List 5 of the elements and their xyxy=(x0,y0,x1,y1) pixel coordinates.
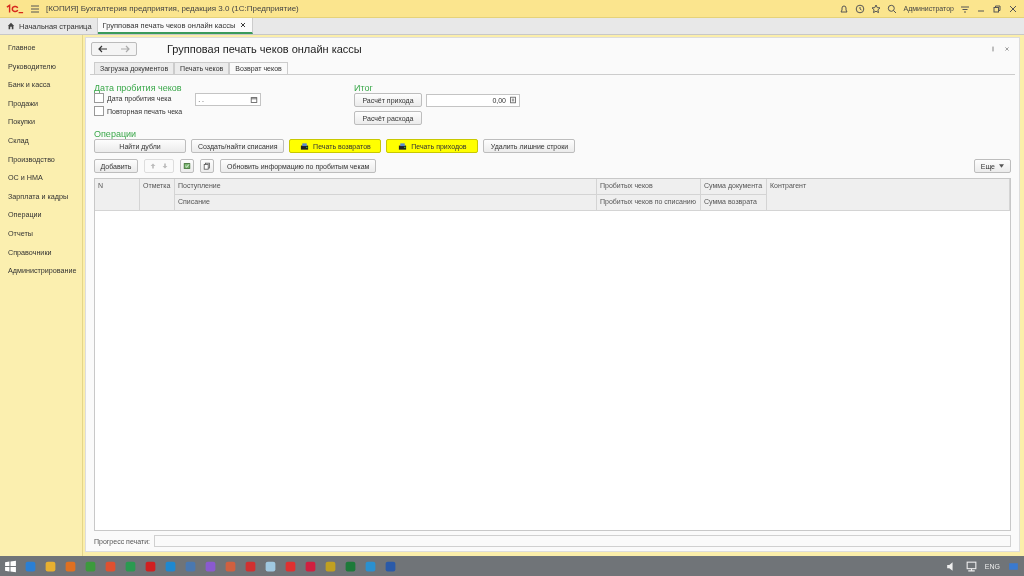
section-heading: Дата пробития чеков xyxy=(94,83,183,93)
section-heading: Итог xyxy=(354,83,374,93)
window-title: [КОПИЯ] Бухгалтерия предприятия, редакция 3.0 (1С:Предприятие) xyxy=(46,4,299,13)
section-heading: Операции xyxy=(94,129,138,139)
form-title: Групповая печать чеков онлайн кассы xyxy=(167,43,362,55)
